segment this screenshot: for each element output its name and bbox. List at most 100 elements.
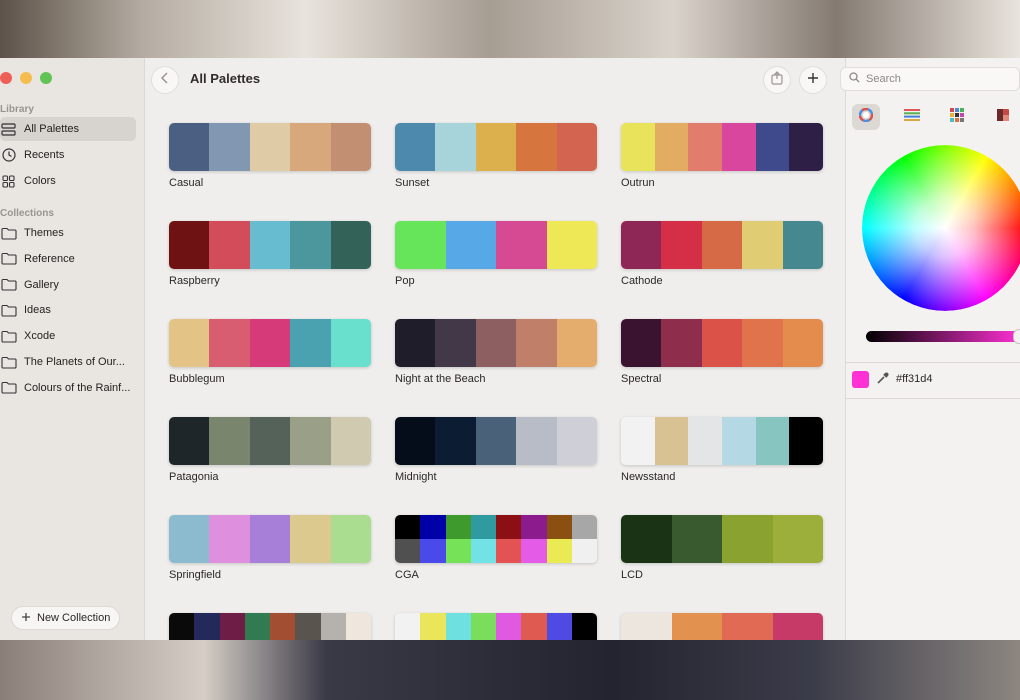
color-swatch[interactable] (395, 319, 436, 367)
palette-card[interactable]: Pop (395, 221, 597, 287)
brightness-slider-knob[interactable] (1013, 329, 1020, 344)
color-swatch[interactable] (671, 515, 722, 563)
color-swatch[interactable] (420, 515, 446, 539)
collection-item-xcode[interactable]: Xcode (0, 324, 136, 348)
color-swatch[interactable] (688, 417, 723, 465)
color-swatch[interactable] (270, 613, 296, 640)
color-swatch[interactable] (571, 515, 597, 539)
add-palette-button[interactable] (799, 66, 827, 94)
color-swatch[interactable] (521, 515, 547, 539)
palette-swatches[interactable] (621, 123, 823, 171)
color-swatch[interactable] (169, 613, 195, 640)
zoom-window-button[interactable] (40, 72, 52, 84)
color-swatch[interactable] (435, 123, 476, 171)
palette-card[interactable] (395, 613, 597, 640)
color-wheel[interactable] (862, 145, 1020, 311)
color-swatch[interactable] (571, 613, 597, 640)
back-button[interactable] (151, 66, 179, 94)
color-swatch[interactable] (496, 515, 522, 539)
color-swatch[interactable] (395, 613, 421, 640)
color-swatch[interactable] (496, 539, 522, 563)
color-swatch[interactable] (671, 613, 722, 640)
palette-card[interactable]: CGA (395, 515, 597, 581)
palette-swatches[interactable] (395, 515, 597, 563)
palette-swatches[interactable] (621, 417, 823, 465)
color-swatch[interactable] (219, 613, 245, 640)
hex-value[interactable]: #ff31d4 (896, 373, 933, 385)
search-field[interactable]: Search (840, 67, 1020, 91)
color-swatch[interactable] (755, 417, 790, 465)
color-swatch[interactable] (320, 613, 346, 640)
color-swatch[interactable] (290, 123, 331, 171)
color-swatch[interactable] (420, 539, 446, 563)
color-swatch[interactable] (470, 539, 496, 563)
color-swatch[interactable] (209, 123, 250, 171)
color-swatch[interactable] (445, 221, 496, 269)
color-swatch[interactable] (772, 515, 823, 563)
color-swatch[interactable] (330, 221, 371, 269)
collection-item-the-planets-of-our[interactable]: The Planets of Our... (0, 350, 136, 374)
color-swatch[interactable] (546, 515, 572, 539)
palette-swatches[interactable] (169, 515, 371, 563)
color-swatch[interactable] (556, 417, 597, 465)
color-swatch[interactable] (330, 417, 371, 465)
color-swatch[interactable] (395, 539, 421, 563)
color-swatch[interactable] (521, 613, 547, 640)
color-swatch[interactable] (755, 123, 790, 171)
sidebar-item-recents[interactable]: Recents (0, 143, 136, 167)
color-swatch[interactable] (621, 613, 672, 640)
color-swatch[interactable] (621, 319, 662, 367)
palette-swatches[interactable] (169, 123, 371, 171)
color-swatch[interactable] (249, 515, 291, 563)
color-swatch[interactable] (470, 613, 496, 640)
color-swatch[interactable] (330, 319, 371, 367)
color-swatch[interactable] (782, 221, 823, 269)
color-swatch[interactable] (395, 417, 436, 465)
tab-color-wheel[interactable] (852, 104, 880, 130)
color-swatch[interactable] (249, 319, 291, 367)
color-swatch[interactable] (445, 539, 471, 563)
collection-item-ideas[interactable]: Ideas (0, 298, 136, 322)
palette-card[interactable]: Newsstand (621, 417, 823, 483)
color-swatch[interactable] (169, 123, 210, 171)
color-swatch[interactable] (556, 123, 597, 171)
color-swatch[interactable] (546, 221, 597, 269)
tab-image-palette[interactable] (989, 104, 1017, 130)
color-swatch[interactable] (249, 123, 291, 171)
color-swatch[interactable] (209, 221, 250, 269)
color-swatch[interactable] (169, 319, 210, 367)
color-swatch[interactable] (330, 123, 371, 171)
palette-swatches[interactable] (621, 319, 823, 367)
color-swatch[interactable] (290, 417, 331, 465)
palette-swatches[interactable] (395, 123, 597, 171)
color-swatch[interactable] (742, 319, 783, 367)
color-swatch[interactable] (475, 123, 517, 171)
palette-card[interactable]: Springfield (169, 515, 371, 581)
color-swatch[interactable] (571, 539, 597, 563)
color-swatch[interactable] (290, 515, 331, 563)
color-swatch[interactable] (722, 123, 756, 171)
palette-card[interactable]: Cathode (621, 221, 823, 287)
palette-swatches[interactable] (621, 221, 823, 269)
palette-swatches[interactable] (169, 319, 371, 367)
color-swatch[interactable] (496, 221, 547, 269)
palette-swatches[interactable] (169, 613, 371, 640)
color-swatch[interactable] (688, 123, 723, 171)
brightness-slider[interactable] (866, 329, 1020, 344)
collection-item-reference[interactable]: Reference (0, 247, 136, 271)
color-swatch[interactable] (395, 515, 421, 539)
new-collection-button[interactable]: New Collection (11, 606, 121, 630)
color-swatch[interactable] (782, 319, 823, 367)
color-swatch[interactable] (661, 319, 702, 367)
color-swatch[interactable] (546, 539, 572, 563)
sidebar-item-all-palettes[interactable]: All Palettes (0, 117, 136, 141)
color-swatch[interactable] (742, 221, 783, 269)
color-swatch[interactable] (654, 417, 689, 465)
color-swatch[interactable] (290, 319, 331, 367)
palette-card[interactable]: Spectral (621, 319, 823, 385)
color-swatch[interactable] (345, 613, 371, 640)
tab-sliders[interactable] (898, 104, 926, 130)
color-swatch[interactable] (194, 613, 220, 640)
sidebar-item-colors[interactable]: Colors (0, 169, 136, 193)
color-swatch[interactable] (209, 319, 250, 367)
